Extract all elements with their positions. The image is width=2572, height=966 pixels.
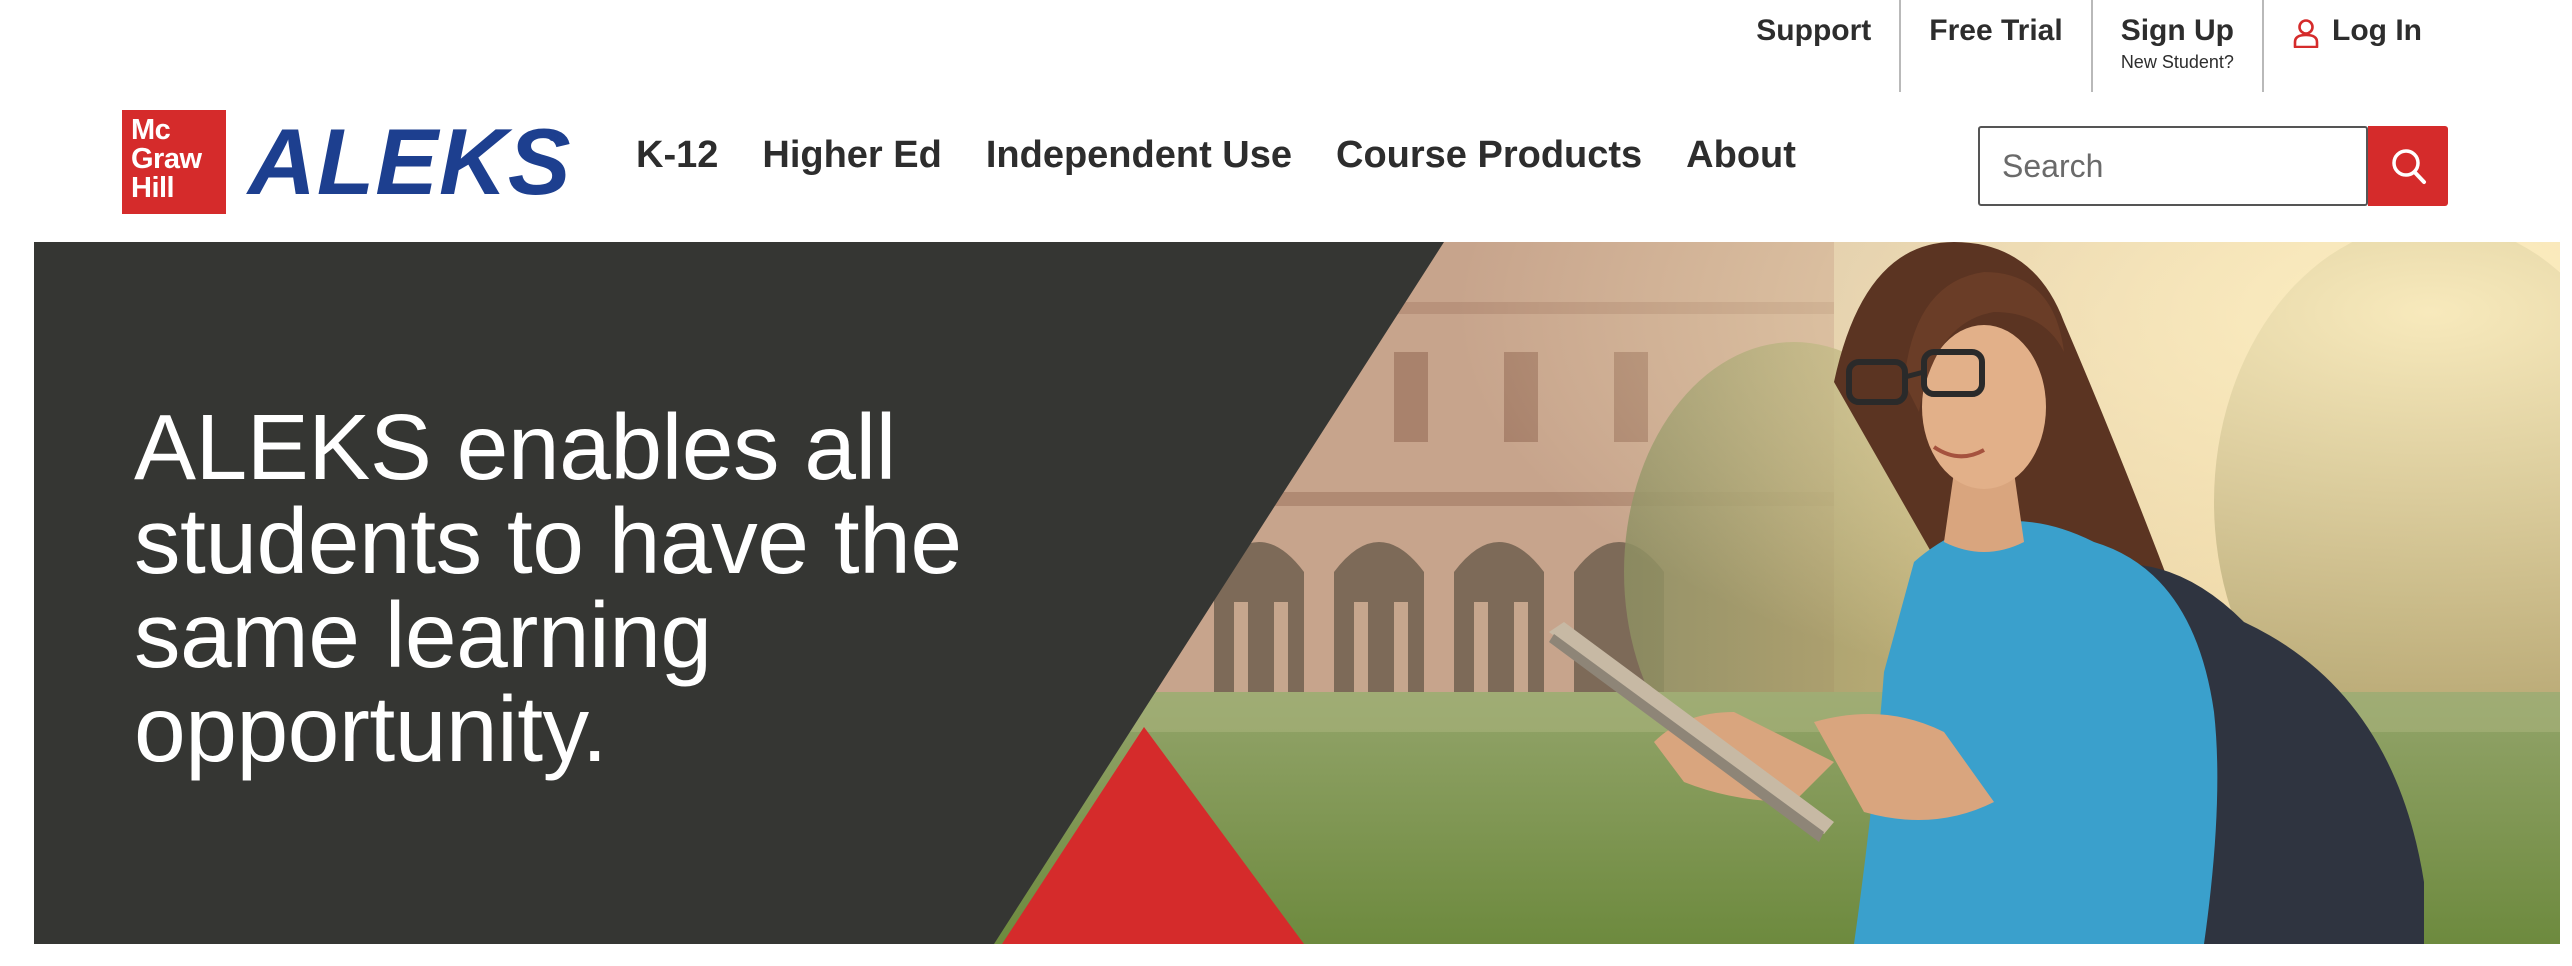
registered-mark: ® xyxy=(548,128,559,144)
support-link[interactable]: Support xyxy=(1728,0,1899,92)
logo-line-1: Mc xyxy=(131,114,171,146)
hero-headline: ALEKS enables all students to have the s… xyxy=(134,395,962,781)
nav-item-course-products[interactable]: Course Products xyxy=(1336,134,1642,177)
logo-line-3: Hill xyxy=(131,172,175,204)
sign-up-link[interactable]: Sign Up New Student? xyxy=(2093,0,2262,92)
log-in-link[interactable]: Log In xyxy=(2264,0,2572,92)
nav-item-k12[interactable]: K-12 xyxy=(636,134,718,177)
sign-up-label: Sign Up xyxy=(2120,14,2235,47)
hero-banner: ALEKS enables all students to have the s… xyxy=(34,242,2560,944)
sign-up-sublabel: New Student? xyxy=(2120,52,2234,72)
free-trial-link[interactable]: Free Trial xyxy=(1901,0,2090,92)
person-icon xyxy=(2293,19,2319,48)
main-nav: K-12 Higher Ed Independent Use Course Pr… xyxy=(636,134,1796,177)
search-button[interactable] xyxy=(2368,126,2448,206)
page: Support Free Trial Sign Up New Student? … xyxy=(0,0,2572,966)
support-label: Support xyxy=(1756,14,1872,47)
nav-item-higher-ed[interactable]: Higher Ed xyxy=(762,134,941,177)
search-input[interactable] xyxy=(1978,126,2368,206)
free-trial-label: Free Trial xyxy=(1929,14,2063,47)
aleks-logo[interactable]: ALEKS xyxy=(248,114,572,210)
nav-item-about[interactable]: About xyxy=(1686,134,1796,177)
logo-line-2: Graw xyxy=(131,143,202,175)
magnifier-icon xyxy=(2392,149,2426,184)
utility-nav: Support Free Trial Sign Up New Student? … xyxy=(1728,0,2572,92)
nav-item-independent-use[interactable]: Independent Use xyxy=(986,134,1292,177)
mcgraw-hill-logo[interactable]: Mc Graw Hill xyxy=(122,110,226,214)
log-in-label: Log In xyxy=(2332,14,2422,47)
